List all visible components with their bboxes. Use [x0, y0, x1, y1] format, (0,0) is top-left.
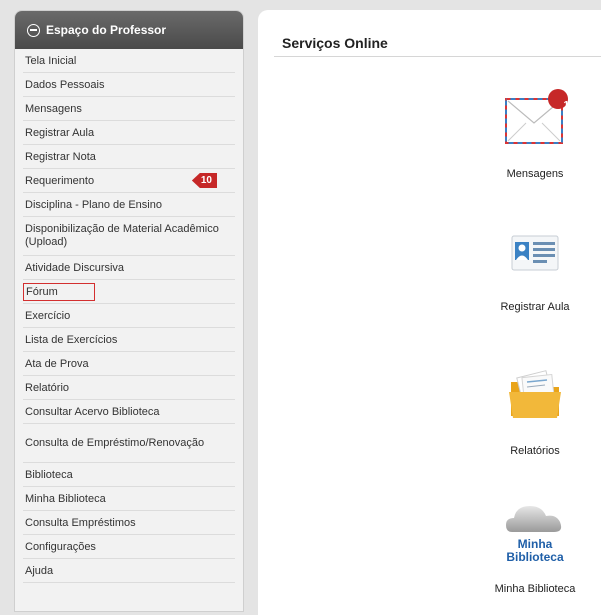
requerimento-count-badge: 10 [191, 173, 217, 188]
sidebar-item-label: Configurações [25, 540, 96, 553]
service-minha-biblioteca[interactable]: Minha Biblioteca Minha Biblioteca [470, 498, 600, 595]
id-card-icon [511, 235, 559, 271]
sidebar-item-forum[interactable]: Fórum [23, 280, 235, 304]
sidebar-item-lista-exercicios[interactable]: Lista de Exercícios [23, 328, 235, 352]
sidebar-item-configuracoes[interactable]: Configurações [23, 535, 235, 559]
sidebar-item-atividade-discursiva[interactable]: Atividade Discursiva [23, 256, 235, 280]
sidebar-item-tela-inicial[interactable]: Tela Inicial [23, 49, 235, 73]
sidebar-item-label: Exercício [25, 309, 71, 322]
folder-icon [509, 370, 561, 418]
svg-text:Biblioteca: Biblioteca [506, 550, 564, 564]
sidebar-header[interactable]: Espaço do Professor [15, 11, 243, 49]
sidebar-item-label: Minha Biblioteca [25, 492, 106, 505]
sidebar-item-label: Atividade Discursiva [25, 261, 125, 274]
sidebar-item-label: Registrar Nota [25, 150, 96, 163]
sidebar-item-dados-pessoais[interactable]: Dados Pessoais [23, 73, 235, 97]
service-label: Minha Biblioteca [494, 583, 576, 595]
service-label: Mensagens [506, 168, 564, 180]
services-panel: Serviços Online 13 Mensagens Registrar A… [258, 10, 601, 615]
minha-biblioteca-logo: Minha Biblioteca [506, 506, 564, 564]
service-label: Relatórios [510, 445, 560, 457]
sidebar-item-label: Dados Pessoais [25, 78, 105, 91]
sidebar-item-label: Biblioteca [25, 468, 73, 481]
sidebar-item-registrar-aula[interactable]: Registrar Aula [23, 121, 235, 145]
sidebar-item-label: Tela Inicial [25, 54, 77, 67]
mensagens-count-badge: 13 [563, 100, 575, 111]
sidebar-item-label: Mensagens [25, 102, 82, 115]
sidebar-item-label: Consultar Acervo Biblioteca [25, 405, 160, 418]
sidebar-item-label: Disciplina - Plano de Ensino [25, 198, 162, 211]
sidebar-item-consultar-acervo[interactable]: Consultar Acervo Biblioteca [23, 400, 235, 424]
sidebar-item-label: Ata de Prova [25, 357, 89, 370]
service-mensagens[interactable]: 13 Mensagens [470, 85, 600, 180]
sidebar-item-requerimento[interactable]: Requerimento 10 [23, 169, 235, 193]
sidebar-item-label: Disponibilização de Material Acadêmico (… [25, 223, 219, 248]
sidebar-item-label: Relatório [25, 381, 70, 394]
sidebar-item-relatorio[interactable]: Relatório [23, 376, 235, 400]
service-label: Registrar Aula [500, 301, 570, 313]
service-registrar-aula[interactable]: Registrar Aula [470, 232, 600, 313]
sidebar-item-disciplina-plano[interactable]: Disciplina - Plano de Ensino [23, 193, 235, 217]
sidebar-item-upload-material[interactable]: Disponibilização de Material Acadêmico (… [23, 217, 235, 256]
title-divider [274, 56, 601, 57]
sidebar-item-label: Fórum [23, 282, 95, 301]
sidebar-item-ajuda[interactable]: Ajuda [23, 559, 235, 583]
sidebar-item-label: Requerimento [25, 174, 95, 187]
sidebar-item-label: Consulta de Empréstimo/Renovação [25, 436, 205, 449]
sidebar-item-minha-biblioteca[interactable]: Minha Biblioteca [23, 487, 235, 511]
sidebar-item-biblioteca[interactable]: Biblioteca [23, 463, 235, 487]
sidebar: Espaço do Professor Tela Inicial Dados P… [14, 10, 244, 612]
sidebar-menu: Tela Inicial Dados Pessoais Mensagens Re… [15, 49, 243, 583]
sidebar-item-registrar-nota[interactable]: Registrar Nota [23, 145, 235, 169]
service-relatorios[interactable]: Relatórios [470, 368, 600, 457]
sidebar-item-label: Ajuda [25, 564, 54, 577]
sidebar-item-ata-prova[interactable]: Ata de Prova [23, 352, 235, 376]
sidebar-item-exercicio[interactable]: Exercício [23, 304, 235, 328]
sidebar-item-consulta-emprestimo[interactable]: Consulta de Empréstimo/Renovação [23, 424, 235, 463]
envelope-icon [505, 89, 568, 144]
sidebar-title: Espaço do Professor [46, 23, 167, 37]
page-title: Serviços Online [282, 35, 388, 51]
sidebar-item-label: Registrar Aula [25, 126, 95, 139]
collapse-icon[interactable] [27, 23, 40, 37]
sidebar-item-label: Consulta Empréstimos [25, 516, 136, 529]
sidebar-item-mensagens[interactable]: Mensagens [23, 97, 235, 121]
sidebar-item-label: Lista de Exercícios [25, 333, 118, 346]
svg-text:Minha: Minha [518, 537, 553, 551]
sidebar-item-consulta-emprestimos[interactable]: Consulta Empréstimos [23, 511, 235, 535]
